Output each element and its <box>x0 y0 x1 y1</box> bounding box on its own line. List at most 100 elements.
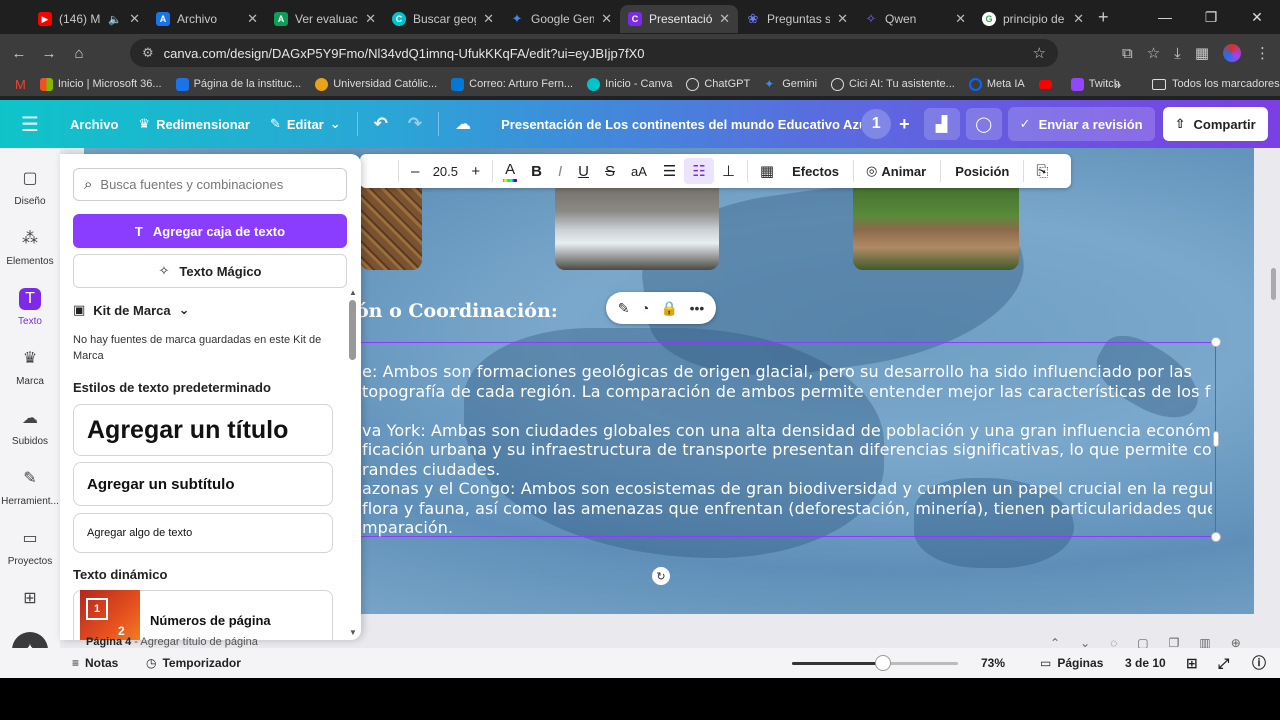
rotate-icon[interactable]: ↻ <box>652 567 670 585</box>
notes-button[interactable]: ≡ Notas <box>72 656 118 670</box>
menu-icon[interactable]: ⋮ <box>1255 44 1270 62</box>
cracked-earth-image[interactable] <box>360 180 422 270</box>
zoom-slider-knob[interactable] <box>875 655 892 671</box>
underline-icon[interactable]: U <box>570 154 597 188</box>
bookmark-item[interactable]: Correo: Arturo Fern... <box>444 77 580 91</box>
all-bookmarks[interactable]: Todos los marcadores <box>1152 78 1280 90</box>
align-left-icon[interactable]: ☰ <box>655 154 684 188</box>
village-houses-image[interactable] <box>853 180 1019 270</box>
rail-item-herramientas[interactable]: ✎ Herramient... <box>0 468 60 507</box>
font-size-input[interactable]: 20.5 <box>427 164 463 179</box>
decrease-font-size-button[interactable]: – <box>403 154 427 188</box>
bold-icon[interactable]: B <box>523 154 550 188</box>
favorites-icon[interactable]: ☆ <box>1147 44 1160 62</box>
fullscreen-icon[interactable]: ⤢ <box>1218 655 1229 672</box>
scroll-down-icon[interactable]: ▼ <box>349 628 357 637</box>
text-color-icon[interactable]: A <box>503 160 518 182</box>
resize-handle-bottom-right[interactable] <box>1211 532 1221 542</box>
redo-icon[interactable]: ↷ <box>398 114 432 134</box>
editar-button[interactable]: ✎ Editar ⌄ <box>260 116 351 132</box>
font-family-dropdown[interactable] <box>360 154 394 188</box>
strikethrough-icon[interactable]: S <box>597 154 623 188</box>
insights-icon[interactable]: ▟ <box>923 108 960 140</box>
slide-heading[interactable]: ón o Coordinación: <box>356 300 558 322</box>
share-button[interactable]: ⇧ Compartir <box>1162 107 1268 141</box>
bookmark-star-icon[interactable]: ☆ <box>1033 44 1046 62</box>
rail-item-apps[interactable]: ⊞ <box>0 588 60 616</box>
add-title-card[interactable]: Agregar un título <box>73 404 333 456</box>
close-icon[interactable]: ✕ <box>483 11 494 27</box>
bookmark-item[interactable]: Cici AI: Tu asistente... <box>824 77 962 91</box>
close-icon[interactable]: ✕ <box>955 11 966 27</box>
comment-add-icon[interactable]: ◔ <box>641 300 649 316</box>
restore-icon[interactable]: ❐ <box>1188 9 1234 26</box>
copy-style-icon[interactable]: ⎘ <box>1028 154 1056 188</box>
document-title[interactable]: Presentación de Los continentes del mund… <box>501 117 861 132</box>
transparency-icon[interactable]: ▦ <box>752 154 782 188</box>
magic-text-button[interactable]: ✧ Texto Mágico <box>73 254 347 288</box>
site-info-icon[interactable]: ⚙ <box>142 45 154 61</box>
brand-kit-dropdown[interactable]: ▣ Kit de Marca ⌄ <box>73 302 190 318</box>
timer-button[interactable]: ◷ Temporizador <box>146 656 241 670</box>
help-icon[interactable]: ⓘ <box>1252 653 1266 673</box>
tab-archivo[interactable]: A Archivo ✕ <box>148 5 266 33</box>
url-field[interactable]: ⚙ canva.com/design/DAGxP5Y9Fmo/Nl34vdQ1i… <box>130 39 1058 67</box>
close-window-icon[interactable]: ✕ <box>1234 9 1280 26</box>
rail-item-texto[interactable]: T Texto <box>0 288 60 327</box>
bookmark-item[interactable]: Página de la instituc... <box>169 77 309 91</box>
hamburger-menu-icon[interactable]: ☰ <box>0 112 60 137</box>
animate-button[interactable]: Animar <box>881 164 936 179</box>
redimensionar-button[interactable]: ♛ Redimensionar <box>128 116 260 132</box>
tab-google-gemini[interactable]: ✦ Google Gemi ✕ <box>502 5 620 33</box>
page-title-hint[interactable]: Página 4 - Agregar título de página <box>86 636 258 648</box>
forward-icon[interactable]: → <box>34 45 64 62</box>
tab-search-icon[interactable]: ▦ <box>1195 44 1209 62</box>
magic-edit-icon[interactable]: ✎ <box>618 300 630 317</box>
archivo-button[interactable]: Archivo <box>60 117 128 132</box>
rail-item-subidos[interactable]: ☁ Subidos <box>0 408 60 447</box>
page-numbers-card[interactable]: 12 Números de página <box>73 590 333 640</box>
bookmark-item[interactable]: Meta IA <box>962 77 1032 91</box>
bookmark-item[interactable]: Inicio | Microsoft 36... <box>33 77 169 91</box>
add-collaborator-icon[interactable]: + <box>891 114 918 135</box>
tab-ver-evaluacion[interactable]: A Ver evaluació ✕ <box>266 5 384 33</box>
letter-case-icon[interactable]: aA <box>623 154 655 188</box>
tab-principio[interactable]: Gprincipio de ✕ <box>974 5 1092 33</box>
bookmark-item[interactable]: Universidad Católic... <box>308 77 444 91</box>
close-icon[interactable]: ✕ <box>1073 11 1084 27</box>
scroll-up-icon[interactable]: ▲ <box>349 288 357 297</box>
comment-icon[interactable]: ◯ <box>965 108 1002 140</box>
numbered-list-icon[interactable]: ☷ <box>684 158 714 184</box>
apps-icon[interactable]: M <box>8 77 33 92</box>
tab-qwen[interactable]: ✧ Qwen ✕ <box>856 5 974 33</box>
extensions-icon[interactable]: ⧉ <box>1122 45 1133 62</box>
zoom-level[interactable]: 73% <box>981 656 1005 670</box>
add-body-card[interactable]: Agregar algo de texto <box>73 513 333 553</box>
rail-item-marca[interactable]: ♛ Marca <box>0 348 60 387</box>
download-icon[interactable]: ⤓ <box>1174 45 1181 62</box>
effects-button[interactable]: Efectos <box>782 164 849 179</box>
italic-icon[interactable]: I <box>550 154 570 188</box>
close-icon[interactable]: ✕ <box>129 11 140 27</box>
close-icon[interactable]: ✕ <box>601 11 612 27</box>
tab-youtube[interactable]: ▶ (146) Mar 🔈 ✕ <box>30 5 148 33</box>
lock-icon[interactable]: 🔒 <box>661 300 678 317</box>
close-icon[interactable]: ✕ <box>365 11 376 27</box>
profile-avatar[interactable] <box>1223 44 1241 62</box>
home-icon[interactable]: ⌂ <box>64 45 94 62</box>
speaker-icon[interactable]: 🔈 <box>108 13 122 26</box>
add-textbox-button[interactable]: T Agregar caja de texto <box>73 214 347 248</box>
resize-handle-top-right[interactable] <box>1211 337 1221 347</box>
workspace-scrollbar[interactable] <box>1271 268 1276 300</box>
collaborator-avatar[interactable]: 1 <box>861 109 892 139</box>
tab-preguntas[interactable]: ❀ Preguntas so ✕ <box>738 5 856 33</box>
grid-view-icon[interactable]: ⊞ <box>1186 655 1198 672</box>
undo-icon[interactable]: ↶ <box>364 114 398 134</box>
bookmark-item[interactable]: ChatGPT <box>679 77 757 91</box>
close-icon[interactable]: ✕ <box>719 11 730 27</box>
more-bookmarks-icon[interactable]: » <box>1114 77 1121 92</box>
tab-buscar-geografia[interactable]: C Buscar geogr ✕ <box>384 5 502 33</box>
rail-item-elementos[interactable]: ⁂ Elementos <box>0 228 60 267</box>
bookmark-item[interactable]: Inicio - Canva <box>580 77 679 91</box>
cloud-saved-icon[interactable]: ☁ <box>445 114 481 134</box>
